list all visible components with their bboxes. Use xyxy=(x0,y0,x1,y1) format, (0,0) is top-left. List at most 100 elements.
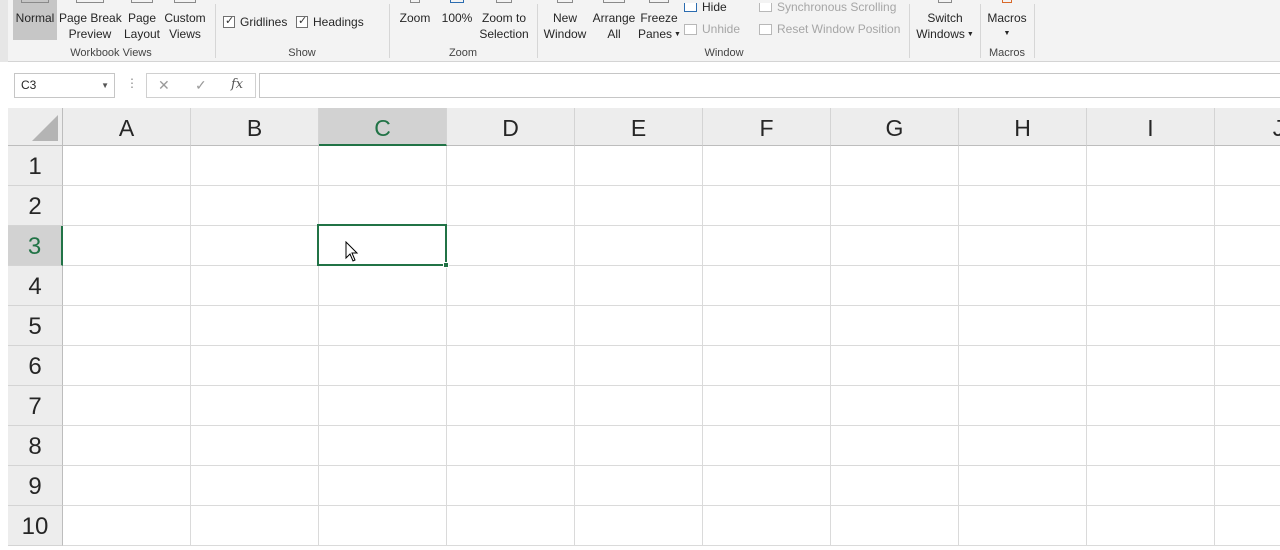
cell-g6[interactable] xyxy=(831,346,959,386)
cell-i4[interactable] xyxy=(1087,266,1215,306)
cell-b6[interactable] xyxy=(191,346,319,386)
formula-input[interactable] xyxy=(259,73,1280,98)
cell-b5[interactable] xyxy=(191,306,319,346)
fill-handle[interactable] xyxy=(443,262,449,268)
column-header-e[interactable]: E xyxy=(575,108,703,146)
cell-g4[interactable] xyxy=(831,266,959,306)
cell-j10[interactable] xyxy=(1215,506,1280,546)
cell-f2[interactable] xyxy=(703,186,831,226)
zoom-100-button[interactable]: 100% xyxy=(438,0,476,26)
synchronous-scrolling-button[interactable]: Synchronous Scrolling xyxy=(759,0,896,14)
cell-d2[interactable] xyxy=(447,186,575,226)
cell-d10[interactable] xyxy=(447,506,575,546)
row-header-7[interactable]: 7 xyxy=(8,386,63,426)
cell-i8[interactable] xyxy=(1087,426,1215,466)
cell-d4[interactable] xyxy=(447,266,575,306)
cell-f8[interactable] xyxy=(703,426,831,466)
switch-windows-button[interactable]: Switch Windows ▼ xyxy=(912,0,978,43)
cell-j1[interactable] xyxy=(1215,146,1280,186)
cell-b8[interactable] xyxy=(191,426,319,466)
cell-j8[interactable] xyxy=(1215,426,1280,466)
normal-view-button[interactable]: Normal xyxy=(13,0,57,40)
cell-c8[interactable] xyxy=(319,426,447,466)
cell-f7[interactable] xyxy=(703,386,831,426)
column-header-a[interactable]: A xyxy=(63,108,191,146)
cell-a3[interactable] xyxy=(63,226,191,266)
row-header-1[interactable]: 1 xyxy=(8,146,63,186)
column-header-f[interactable]: F xyxy=(703,108,831,146)
macros-button[interactable]: Macros ▼ xyxy=(983,0,1031,42)
cell-e4[interactable] xyxy=(575,266,703,306)
enter-icon[interactable]: ✓ xyxy=(195,77,207,94)
cell-f4[interactable] xyxy=(703,266,831,306)
chevron-down-icon[interactable]: ▼ xyxy=(101,74,109,97)
cell-e2[interactable] xyxy=(575,186,703,226)
row-header-6[interactable]: 6 xyxy=(8,346,63,386)
cell-g2[interactable] xyxy=(831,186,959,226)
gridlines-checkbox[interactable]: Gridlines xyxy=(223,14,287,29)
zoom-button[interactable]: Zoom xyxy=(394,0,436,26)
cell-e5[interactable] xyxy=(575,306,703,346)
cell-g3[interactable] xyxy=(831,226,959,266)
cell-b1[interactable] xyxy=(191,146,319,186)
cell-g9[interactable] xyxy=(831,466,959,506)
cell-j4[interactable] xyxy=(1215,266,1280,306)
column-header-b[interactable]: B xyxy=(191,108,319,146)
cell-h2[interactable] xyxy=(959,186,1087,226)
cell-i7[interactable] xyxy=(1087,386,1215,426)
cell-g5[interactable] xyxy=(831,306,959,346)
cancel-icon[interactable]: ✕ xyxy=(158,77,170,94)
row-header-4[interactable]: 4 xyxy=(8,266,63,306)
cell-c10[interactable] xyxy=(319,506,447,546)
cell-f10[interactable] xyxy=(703,506,831,546)
cell-a8[interactable] xyxy=(63,426,191,466)
cell-f9[interactable] xyxy=(703,466,831,506)
reset-window-position-button[interactable]: Reset Window Position xyxy=(759,22,900,36)
cell-d9[interactable] xyxy=(447,466,575,506)
cell-e1[interactable] xyxy=(575,146,703,186)
cell-j9[interactable] xyxy=(1215,466,1280,506)
unhide-window-button[interactable]: Unhide xyxy=(684,22,740,36)
cell-f6[interactable] xyxy=(703,346,831,386)
new-window-button[interactable]: New Window xyxy=(540,0,590,42)
freeze-panes-button[interactable]: Freeze Panes ▼ xyxy=(638,0,681,43)
cell-f1[interactable] xyxy=(703,146,831,186)
cell-b7[interactable] xyxy=(191,386,319,426)
cell-c7[interactable] xyxy=(319,386,447,426)
cell-j5[interactable] xyxy=(1215,306,1280,346)
custom-views-button[interactable]: Custom Views xyxy=(162,0,208,42)
cell-a5[interactable] xyxy=(63,306,191,346)
cell-a6[interactable] xyxy=(63,346,191,386)
cell-d6[interactable] xyxy=(447,346,575,386)
row-header-5[interactable]: 5 xyxy=(8,306,63,346)
cell-h10[interactable] xyxy=(959,506,1087,546)
cell-h6[interactable] xyxy=(959,346,1087,386)
cell-d1[interactable] xyxy=(447,146,575,186)
cell-h5[interactable] xyxy=(959,306,1087,346)
cell-c2[interactable] xyxy=(319,186,447,226)
cell-i1[interactable] xyxy=(1087,146,1215,186)
column-header-d[interactable]: D xyxy=(447,108,575,146)
cell-i2[interactable] xyxy=(1087,186,1215,226)
headings-checkbox[interactable]: Headings xyxy=(296,14,364,29)
cell-j7[interactable] xyxy=(1215,386,1280,426)
cell-h3[interactable] xyxy=(959,226,1087,266)
page-layout-button[interactable]: Page Layout xyxy=(123,0,161,42)
cell-a7[interactable] xyxy=(63,386,191,426)
cell-b9[interactable] xyxy=(191,466,319,506)
cell-e7[interactable] xyxy=(575,386,703,426)
page-break-preview-button[interactable]: Page Break Preview xyxy=(59,0,122,42)
cell-i6[interactable] xyxy=(1087,346,1215,386)
cell-j3[interactable] xyxy=(1215,226,1280,266)
formula-bar-grip-icon[interactable]: ⋮ xyxy=(126,77,138,89)
column-header-c[interactable]: C xyxy=(319,108,447,146)
cell-i10[interactable] xyxy=(1087,506,1215,546)
insert-function-icon[interactable]: fx xyxy=(231,77,243,92)
cell-h1[interactable] xyxy=(959,146,1087,186)
name-box[interactable]: C3 ▼ xyxy=(14,73,115,98)
row-header-3[interactable]: 3 xyxy=(8,226,63,266)
cell-c5[interactable] xyxy=(319,306,447,346)
cell-a2[interactable] xyxy=(63,186,191,226)
cell-j6[interactable] xyxy=(1215,346,1280,386)
cell-e9[interactable] xyxy=(575,466,703,506)
